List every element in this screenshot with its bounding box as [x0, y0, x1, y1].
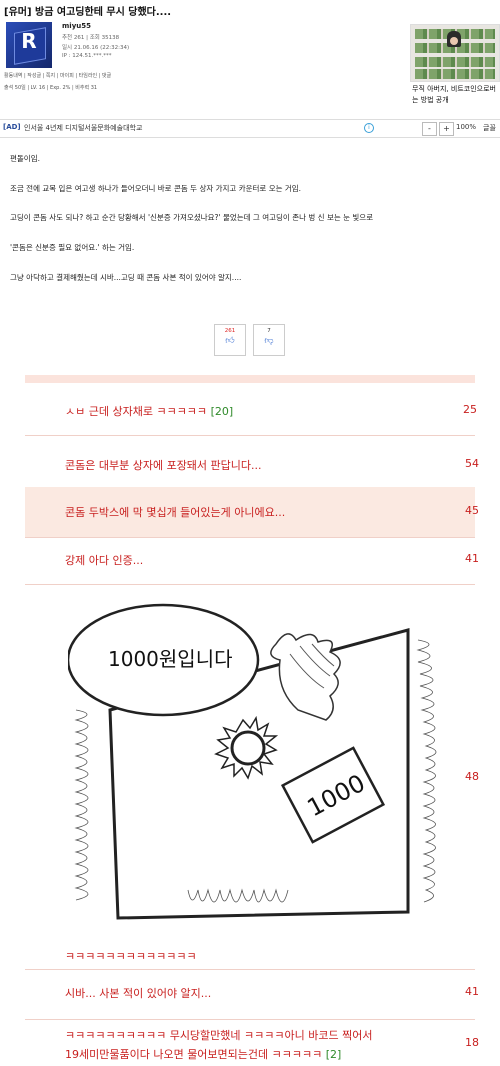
comment-number: 25 — [463, 403, 477, 416]
comment-body: 19세미만물품이다 나오면 물어보면되는건데 ㅋㅋㅋㅋㅋ — [65, 1048, 323, 1061]
side-ad-image[interactable] — [410, 24, 500, 82]
downvote-button[interactable]: 7 👎︎ — [253, 324, 285, 356]
ad-link[interactable]: 인서울 4년제 디지털서울문화예술대학교 — [24, 123, 142, 133]
comment-text[interactable]: 시바... 사본 적이 있어야 알지... — [65, 985, 211, 1001]
post-stats: 추천 261 | 조회 35138 — [62, 35, 120, 41]
upvote-button[interactable]: 261 👍︎ — [214, 324, 246, 356]
user-menu[interactable]: 활동내역 | 작성글 | 쪽지 | 마이피 | 타임라인 | 댓글 — [4, 72, 111, 79]
post-body-line: 편돌이임. — [10, 154, 40, 163]
thumbs-down-icon: 👎︎ — [264, 336, 274, 346]
user-stats: 출석 50일 | LV. 16 | Exp. 2% | 비추력 31 — [4, 85, 98, 91]
avatar[interactable]: R — [6, 22, 52, 68]
shelf-decoration — [415, 69, 495, 79]
comment-number: 18 — [465, 1036, 479, 1049]
reply-count: [2] — [325, 1048, 342, 1061]
post-body-line: 고딩이 콘돔 사도 되나? 하고 순간 당황해서 '신분증 가져오셨나요?' 물… — [10, 213, 374, 222]
post-date: 일시 21.06.16 (22:32:34) — [62, 45, 130, 51]
money-bill: 1000 — [280, 746, 386, 844]
author-name[interactable]: miyu55 — [62, 22, 91, 30]
ad-info-icon[interactable]: i — [364, 123, 374, 133]
coin-drawing — [214, 715, 279, 780]
comment-text[interactable]: ㅋㅋㅋㅋㅋㅋㅋㅋㅋㅋㅋㅋㅋ — [65, 948, 197, 964]
comment-text[interactable]: 콘돔 두박스에 막 몇십개 들어있는게 아니에요... — [65, 504, 285, 520]
post-body-line: 그냥 아닥하고 결제해줬는데 시바...고딩 때 콘돔 사본 적이 있어야 알지… — [10, 273, 242, 282]
comment-text[interactable]: 강제 아다 인증... — [65, 552, 143, 568]
comment-number: 41 — [465, 985, 479, 998]
comment-number: 41 — [465, 552, 479, 565]
comment-row-highlighted[interactable]: 콘돔 두박스에 막 몇십개 들어있는게 아니에요... 45 — [25, 487, 479, 538]
comment-cartoon-image: 1000원입니다 1000 — [66, 600, 455, 930]
zoom-out-button[interactable]: - — [422, 122, 437, 136]
comment-row[interactable]: ㅅㅂ 근데 상자채로 ㅋㅋㅋㅋㅋ [20] 25 — [25, 393, 477, 436]
comment-list-top-bar — [25, 375, 475, 383]
post-body-line: 조금 전에 교복 입은 여고생 하나가 들어오더니 바로 콘돔 두 상자 가지고… — [10, 184, 302, 193]
comment-row[interactable]: ㅋㅋㅋㅋㅋㅋㅋㅋㅋㅋ 무시당할만했네 ㅋㅋㅋㅋ아니 바코드 찍어서 19세미만물… — [25, 1019, 479, 1066]
avatar-letter-icon: R — [21, 29, 37, 53]
comment-row[interactable]: 콘돔은 대부분 상자에 포장돼서 판답니다... 54 — [25, 435, 479, 488]
zoom-level: 100% — [456, 123, 477, 131]
reply-count: [20] — [210, 405, 234, 418]
zoom-in-button[interactable]: + — [439, 122, 454, 136]
comment-row[interactable]: 시바... 사본 적이 있어야 알지... 41 — [25, 969, 479, 1020]
hand-drawing — [270, 633, 341, 721]
thumbs-up-icon: 👍︎ — [225, 336, 235, 346]
cartoon-drawing: 1000원입니다 1000 — [66, 603, 437, 920]
comment-row[interactable]: 강제 아다 인증... 41 — [25, 537, 479, 585]
upvote-count: 261 — [224, 328, 236, 334]
side-ad-caption[interactable]: 무직 아버지, 비트코인으로버는 방법 공개 — [412, 84, 500, 106]
comment-number: 48 — [465, 770, 479, 783]
downvote-count: 7 — [267, 328, 271, 334]
font-button[interactable]: 글꼴 — [483, 123, 496, 133]
bubble-text: 1000원입니다 — [108, 647, 233, 671]
post-title: [유머] 방금 여고딩한테 무시 당했다.... — [4, 7, 172, 18]
comment-text[interactable]: ㅋㅋㅋㅋㅋㅋㅋㅋㅋㅋ 무시당할만했네 ㅋㅋㅋㅋ아니 바코드 찍어서 — [65, 1027, 372, 1043]
post-body-line: '콘돔은 신분증 필요 없어요.' 하는 거임. — [10, 243, 135, 252]
ad-label: [AD] — [3, 123, 21, 131]
comment-text[interactable]: ㅅㅂ 근데 상자채로 ㅋㅋㅋㅋㅋ [20] — [65, 403, 233, 419]
comment-number: 45 — [465, 504, 479, 517]
ad-bar: [AD] 인서울 4년제 디지털서울문화예술대학교 i - + 100% 글꼴 — [0, 119, 500, 138]
comment-text[interactable]: 콘돔은 대부분 상자에 포장돼서 판답니다... — [65, 457, 262, 473]
comment-body: ㅅㅂ 근데 상자채로 ㅋㅋㅋㅋㅋ — [65, 405, 208, 418]
person-face — [450, 37, 458, 45]
shelf-decoration — [415, 57, 495, 67]
comment-number: 54 — [465, 457, 479, 470]
comment-text[interactable]: 19세미만물품이다 나오면 물어보면되는건데 ㅋㅋㅋㅋㅋ [2] — [65, 1046, 341, 1062]
post-ip: IP : 124.51.***.*** — [62, 53, 112, 59]
